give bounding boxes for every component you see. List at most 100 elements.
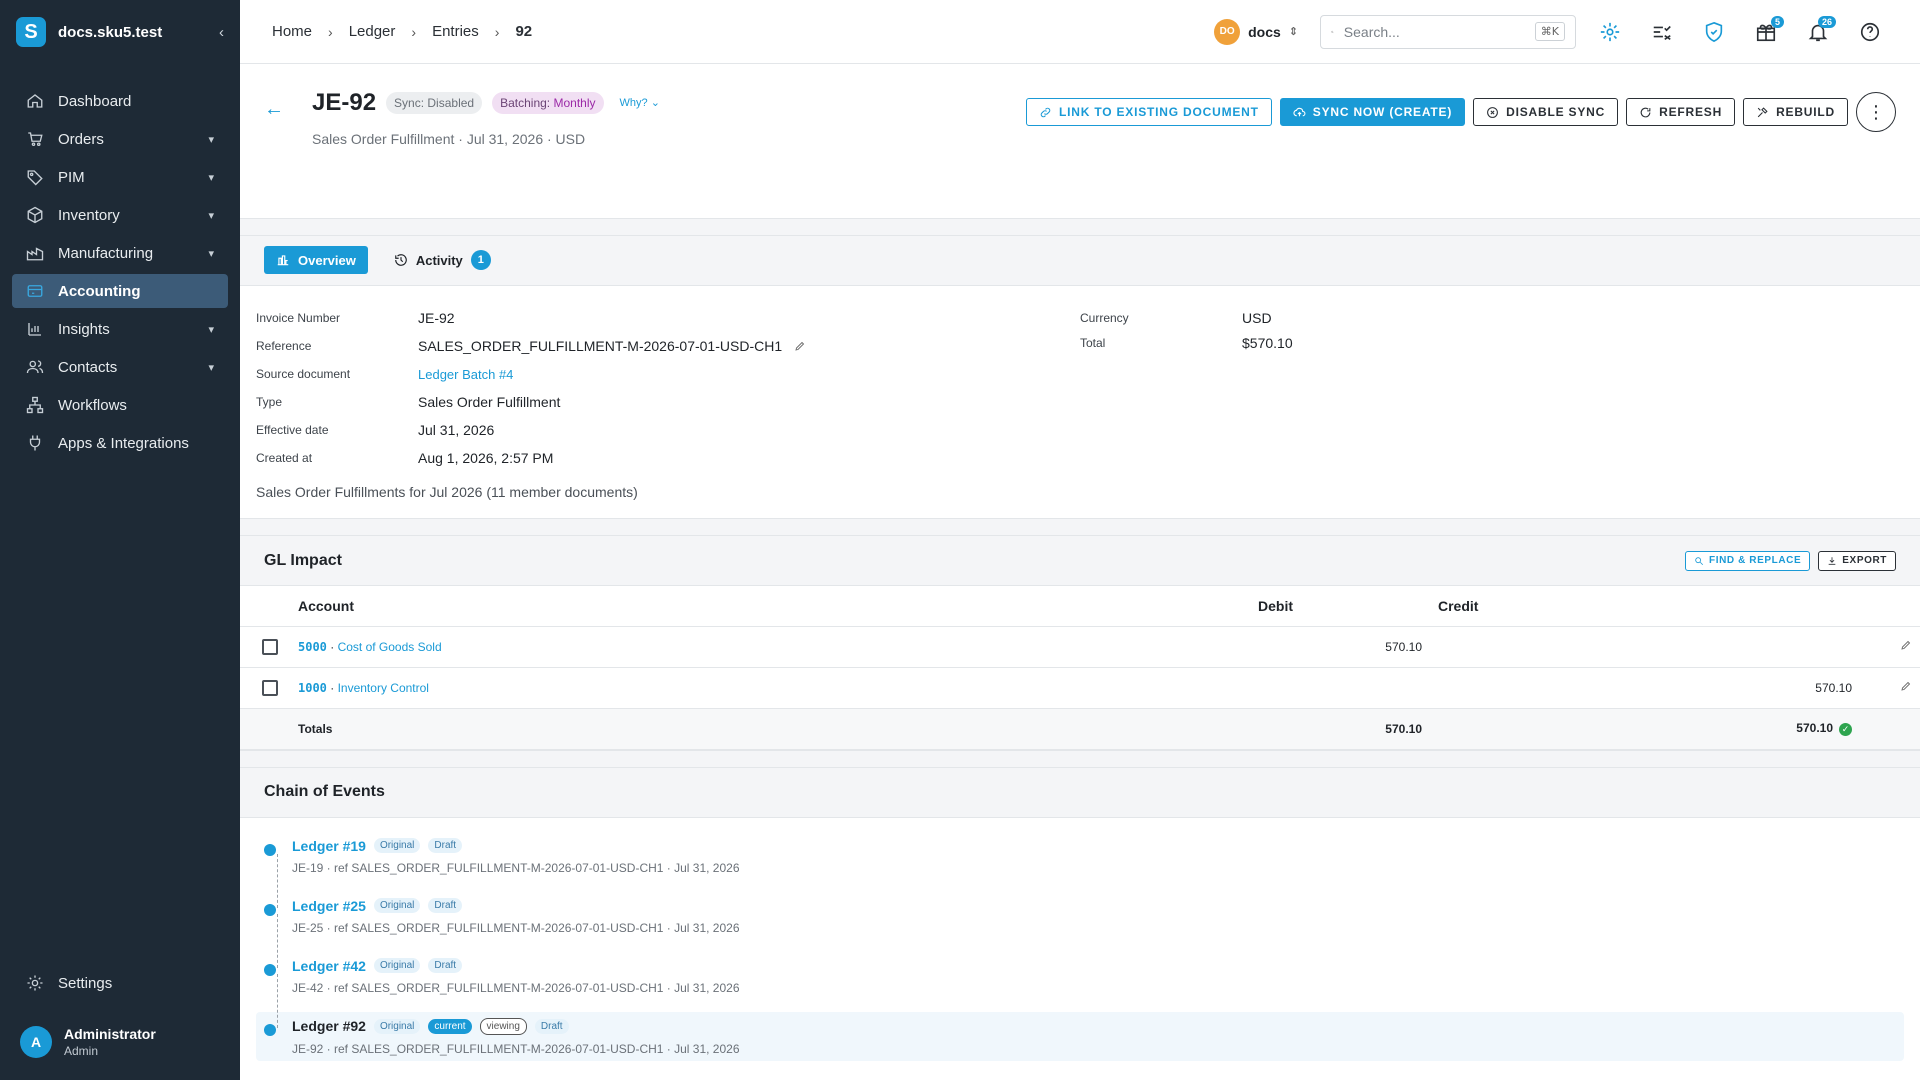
timeline-dot <box>264 1023 276 1036</box>
draft-tag: Draft <box>534 1018 569 1034</box>
more-options-icon[interactable]: ⋮ <box>1856 92 1896 132</box>
link-existing-document-button[interactable]: LINK TO EXISTING DOCUMENT <box>1025 98 1272 126</box>
download-icon <box>1828 556 1836 565</box>
sidebar-item-label: Inventory <box>58 206 120 224</box>
sidebar-item-insights[interactable]: Insights ▾ <box>12 312 228 346</box>
breadcrumb-entries[interactable]: Entries <box>432 23 479 40</box>
debit-cell: 570.10 <box>1250 626 1430 668</box>
batching-label: Batching: <box>500 95 551 110</box>
pencil-icon[interactable] <box>794 340 806 352</box>
tab-activity[interactable]: Activity 1 <box>382 246 503 274</box>
account-code-link[interactable]: 5000 <box>298 640 327 654</box>
sidebar-item-inventory[interactable]: Inventory ▾ <box>12 198 228 232</box>
avatar: A <box>20 1026 52 1058</box>
why-link[interactable]: Why? ⌄ <box>620 96 660 109</box>
sidebar-item-settings[interactable]: Settings <box>12 966 228 1000</box>
sidebar-item-accounting[interactable]: Accounting <box>12 274 228 308</box>
search-input[interactable] <box>1343 23 1525 40</box>
user-profile[interactable]: A Administrator Admin <box>0 1012 240 1072</box>
debit-cell <box>1250 667 1430 709</box>
bell-icon[interactable]: 26 <box>1800 14 1836 50</box>
chain-of-events-title: Chain of Events <box>264 783 385 800</box>
column-header-credit: Credit <box>1430 586 1860 627</box>
sync-now-button[interactable]: SYNC NOW (CREATE) <box>1279 98 1466 126</box>
collapse-sidebar-icon[interactable]: ‹ <box>219 24 224 41</box>
timeline-dot <box>264 963 276 976</box>
sidebar-item-label: Manufacturing <box>58 244 154 262</box>
sidebar-item-contacts[interactable]: Contacts ▾ <box>12 350 228 384</box>
sidebar-item-workflows[interactable]: Workflows <box>12 388 228 422</box>
detail-label: Effective date <box>256 423 329 437</box>
events-timeline: Ledger #19 Original Draft JE-19 · ref SA… <box>240 818 1920 1080</box>
rebuild-button[interactable]: REBUILD <box>1743 98 1848 126</box>
tab-overview[interactable]: Overview <box>264 246 368 274</box>
export-button[interactable]: EXPORT <box>1818 550 1896 571</box>
search-box[interactable]: ⌘K <box>1320 14 1576 49</box>
sidebar-item-label: Apps & Integrations <box>58 434 189 452</box>
task-list-icon[interactable] <box>1644 14 1680 50</box>
timeline-dot <box>264 843 276 856</box>
sidebar-item-label: Orders <box>58 130 104 148</box>
gift-icon[interactable]: 5 <box>1748 14 1784 50</box>
sidebar-item-manufacturing[interactable]: Manufacturing ▾ <box>12 236 228 270</box>
help-icon[interactable] <box>1852 14 1888 50</box>
overview-icon <box>277 255 289 266</box>
gear-icon <box>26 974 44 992</box>
workspace-switcher[interactable]: DO docs ⇕ <box>1214 18 1298 45</box>
header-actions: LINK TO EXISTING DOCUMENT SYNC NOW (CREA… <box>1025 92 1896 132</box>
ai-sparkle-icon[interactable] <box>1592 14 1628 50</box>
pencil-icon[interactable] <box>1900 680 1912 692</box>
detail-label: Source document <box>256 367 351 381</box>
ledger-link[interactable]: Ledger #19 <box>292 838 366 854</box>
chevron-down-icon: ▾ <box>208 209 214 222</box>
ledger-link[interactable]: Ledger #25 <box>292 898 366 914</box>
sidebar-item-dashboard[interactable]: Dashboard <box>12 84 228 118</box>
event-meta: JE-25 · ref SALES_ORDER_FULFILLMENT-M-20… <box>292 920 740 935</box>
event-meta: JE-92 · ref SALES_ORDER_FULFILLMENT-M-20… <box>292 1041 740 1056</box>
timeline-connector <box>277 853 278 908</box>
shield-icon[interactable] <box>1696 14 1732 50</box>
disable-sync-button[interactable]: DISABLE SYNC <box>1473 98 1619 126</box>
event-meta: JE-19 · ref SALES_ORDER_FULFILLMENT-M-20… <box>292 860 740 875</box>
timeline-item: Ledger #19 Original Draft JE-19 · ref SA… <box>256 832 1904 908</box>
viewing-tag: viewing <box>479 1017 527 1035</box>
account-name-link[interactable]: Cost of Goods Sold <box>338 640 442 654</box>
credit-cell: 570.10 <box>1430 667 1860 709</box>
detail-label: Reference <box>256 339 312 353</box>
row-checkbox[interactable] <box>262 679 278 696</box>
back-arrow-icon[interactable]: ← <box>264 98 302 121</box>
sidebar-item-apps-integrations[interactable]: Apps & Integrations <box>12 426 228 460</box>
row-checkbox[interactable] <box>262 638 278 655</box>
page-subtitle: Sales Order Fulfillment · Jul 31, 2026 ·… <box>312 131 586 147</box>
breadcrumb-current: 92 <box>515 23 533 40</box>
sidebar-item-pim[interactable]: PIM ▾ <box>12 160 228 194</box>
sidebar-item-orders[interactable]: Orders ▾ <box>12 122 228 156</box>
sidebar-item-label: Workflows <box>58 396 127 414</box>
content: ← JE-92 Sync: Disabled Batching: Monthly… <box>240 64 1920 1080</box>
type-value: Sales Order Fulfillment <box>418 394 561 410</box>
button-label: SYNC NOW (CREATE) <box>1312 105 1453 119</box>
factory-icon <box>26 244 44 262</box>
sidebar-item-label: Dashboard <box>58 92 132 110</box>
account-code-link[interactable]: 1000 <box>298 681 327 695</box>
breadcrumb-ledger[interactable]: Ledger <box>349 23 396 40</box>
chevron-down-icon: ▾ <box>208 247 214 260</box>
accounting-icon <box>26 282 44 300</box>
balanced-check-icon: ✓ <box>1839 722 1852 736</box>
details-note: Sales Order Fulfillments for Jul 2026 (1… <box>256 484 638 500</box>
find-replace-button[interactable]: FIND & REPLACE <box>1684 550 1811 571</box>
timeline-connector <box>277 973 278 1028</box>
total-value: $570.10 <box>1242 335 1293 351</box>
timeline-item-current: Ledger #92 Original current viewing Draf… <box>256 1011 1904 1061</box>
breadcrumb-home[interactable]: Home <box>272 23 312 40</box>
chevron-right-icon: › <box>494 23 500 40</box>
refresh-button[interactable]: REFRESH <box>1626 98 1736 126</box>
account-name-link[interactable]: Inventory Control <box>338 681 429 695</box>
pencil-icon[interactable] <box>1900 639 1912 651</box>
breadcrumb: Home › Ledger › Entries › 92 <box>272 23 1214 40</box>
history-icon <box>394 254 407 266</box>
details-title: Details <box>264 252 1896 270</box>
source-document-link[interactable]: Ledger Batch #4 <box>418 367 513 382</box>
chevron-right-icon: › <box>411 23 417 40</box>
ledger-link[interactable]: Ledger #42 <box>292 958 366 974</box>
